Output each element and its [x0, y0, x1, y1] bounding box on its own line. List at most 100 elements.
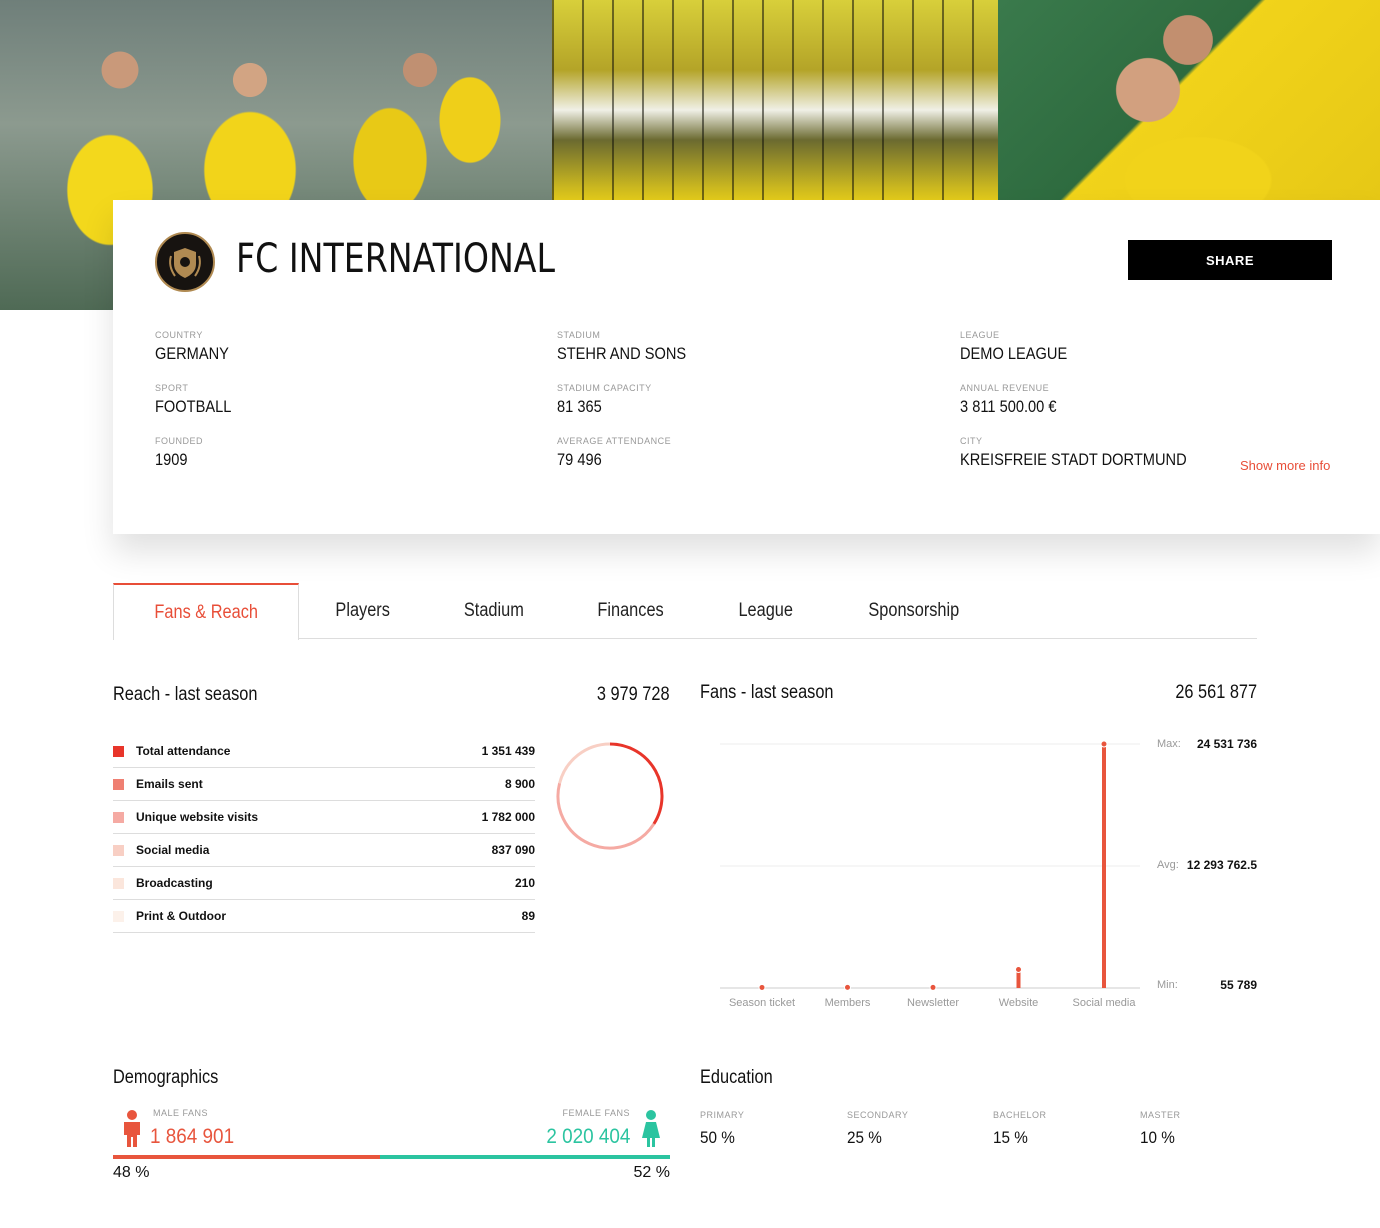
info-value: 3 811 500.00 € — [960, 397, 1057, 416]
bar-point — [844, 983, 851, 991]
match-photo — [998, 0, 1380, 200]
male-fans-value: 1 864 901 — [150, 1125, 235, 1148]
reach-title: Reach - last season — [113, 684, 258, 705]
bar-point — [1015, 965, 1022, 973]
tab-league[interactable]: League — [702, 583, 829, 639]
info-value: DEMO LEAGUE — [960, 344, 1068, 363]
legend-swatch — [113, 844, 124, 856]
info-value: GERMANY — [155, 344, 229, 363]
club-name: FC INTERNATIONAL — [236, 236, 556, 282]
tab-fans-reach[interactable]: Fans & Reach — [113, 583, 300, 640]
info-value: 81 365 — [557, 397, 602, 416]
education-label: PRIMARY — [700, 1110, 745, 1120]
info-sport: SPORT FOOTBALL — [155, 383, 244, 436]
fans-total: 26 561 877 — [1175, 682, 1257, 703]
reach-list: Total attendance 1 351 439 Emails sent 8 9… — [113, 735, 535, 933]
info-label: COUNTRY — [155, 330, 203, 340]
list-item: Social media 837 090 — [113, 834, 535, 867]
list-item: Print & Outdoor 89 — [113, 900, 535, 933]
info-stadium-capacity: STADIUM CAPACITY 81 365 — [557, 383, 707, 436]
reach-donut-chart — [556, 742, 664, 850]
education-primary: PRIMARY 50 % — [700, 1110, 744, 1148]
female-share-bar — [380, 1155, 670, 1159]
tab-label: Finances — [597, 600, 665, 621]
max-label: Max: — [1157, 738, 1181, 750]
x-tick-label: Members — [825, 997, 871, 1009]
education-master: MASTER 10 % — [1140, 1110, 1181, 1148]
x-tick-label: Website — [999, 997, 1039, 1009]
education-label: MASTER — [1140, 1110, 1181, 1120]
info-value: 1909 — [155, 450, 188, 469]
reach-value: 8 900 — [504, 777, 535, 791]
tab-label: Sponsorship — [868, 600, 960, 621]
bar — [1102, 744, 1106, 988]
female-percentage: 52 % — [633, 1164, 670, 1181]
demographics-title: Demographics — [113, 1067, 219, 1088]
reach-label: Broadcasting — [136, 876, 213, 890]
tab-label: Players — [335, 600, 391, 621]
show-more-info-link[interactable]: Show more info — [1240, 458, 1330, 473]
info-value: FOOTBALL — [155, 397, 232, 416]
info-city: CITY KREISFREIE STADT DORTMUND — [960, 436, 1224, 489]
reach-value: 89 — [521, 909, 535, 923]
info-value: 79 496 — [557, 450, 602, 469]
club-profile-page: FC INTERNATIONAL SHARE COUNTRY GERMANY S… — [0, 0, 1380, 1228]
info-label: CITY — [960, 436, 983, 446]
male-icon — [124, 1110, 140, 1147]
tab-label: League — [738, 600, 793, 621]
crest-icon — [169, 248, 201, 278]
x-tick-label: Newsletter — [907, 997, 959, 1009]
info-stadium: STADIUM STEHR AND SONS — [557, 330, 707, 383]
info-value: KREISFREIE STADT DORTMUND — [960, 450, 1187, 469]
reach-value: 1 782 000 — [481, 810, 535, 824]
female-fans-label: FEMALE FANS — [562, 1108, 630, 1118]
education-secondary: SECONDARY 25 % — [847, 1110, 908, 1148]
bar-point — [1100, 740, 1108, 748]
bar-point — [758, 983, 766, 991]
tab-players[interactable]: Players — [299, 583, 426, 639]
info-column-2: STADIUM STEHR AND SONS STADIUM CAPACITY … — [557, 330, 707, 489]
info-country: COUNTRY GERMANY — [155, 330, 244, 383]
info-label: ANNUAL REVENUE — [960, 383, 1050, 393]
reach-label: Unique website visits — [136, 810, 259, 824]
stadium-photo — [552, 0, 998, 200]
reach-label: Total attendance — [136, 744, 231, 758]
info-average-attendance: AVERAGE ATTENDANCE 79 496 — [557, 436, 707, 489]
info-column-3: LEAGUE DEMO LEAGUE ANNUAL REVENUE 3 811 … — [960, 330, 1224, 489]
club-logo — [155, 232, 215, 292]
tab-label: Stadium — [463, 600, 524, 621]
tab-finances[interactable]: Finances — [560, 583, 701, 639]
legend-swatch — [113, 877, 124, 889]
x-tick-label: Season ticket — [729, 997, 795, 1009]
education-value: 15 % — [993, 1128, 1028, 1147]
reach-total: 3 979 728 — [597, 684, 670, 705]
education-value: 10 % — [1140, 1128, 1175, 1147]
female-icon — [642, 1110, 660, 1147]
info-value: STEHR AND SONS — [557, 344, 687, 363]
reach-label: Emails sent — [136, 777, 203, 791]
share-button[interactable]: SHARE — [1128, 240, 1332, 280]
education-label: BACHELOR — [993, 1110, 1047, 1120]
reach-value: 1 351 439 — [481, 744, 535, 758]
min-value: 55 789 — [1220, 978, 1257, 992]
info-founded: FOUNDED 1909 — [155, 436, 244, 489]
info-label: STADIUM CAPACITY — [557, 383, 652, 393]
tab-sponsorship[interactable]: Sponsorship — [829, 583, 999, 639]
donut-slice — [609, 742, 664, 825]
fans-bar-chart: Season ticket Members Newsletter Website Soc… — [720, 740, 1140, 1009]
list-item: Unique website visits 1 782 000 — [113, 801, 535, 834]
max-value: 24 531 736 — [1196, 737, 1257, 751]
section-tabs: Fans & Reach Players Stadium Finances Le… — [113, 583, 1257, 640]
legend-swatch — [113, 778, 124, 790]
male-fans-label: MALE FANS — [153, 1108, 209, 1118]
list-item: Emails sent 8 900 — [113, 768, 535, 801]
education-value: 50 % — [700, 1128, 735, 1147]
education-title: Education — [700, 1067, 773, 1088]
info-label: SPORT — [155, 383, 189, 393]
reach-label: Print & Outdoor — [136, 909, 226, 923]
education-bachelor: BACHELOR 15 % — [993, 1110, 1047, 1148]
female-fans-value: 2 020 404 — [545, 1125, 630, 1148]
fans-title: Fans - last season — [700, 682, 834, 703]
legend-swatch — [113, 745, 124, 757]
tab-stadium[interactable]: Stadium — [427, 583, 561, 639]
